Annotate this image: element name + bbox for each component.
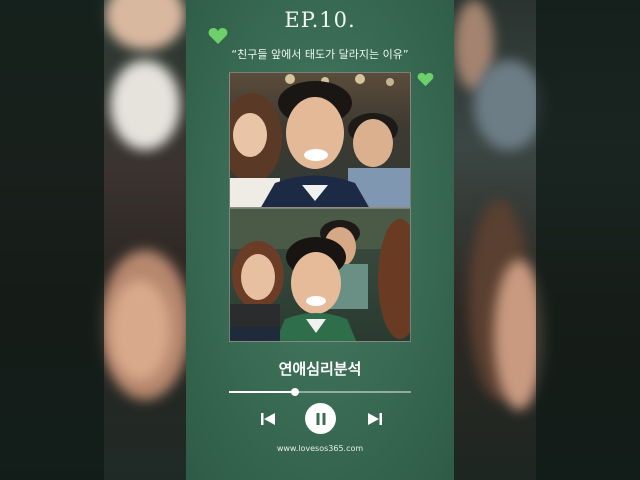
progress-handle[interactable] — [290, 388, 299, 396]
episode-subtitle: “친구들 앞에서 태도가 달라지는 이유” — [231, 48, 409, 61]
music-player-card: EP.10. “친구들 앞에서 태도가 달라지는 이유” 연애심리분석 www.… — [186, 0, 454, 480]
pause-button[interactable] — [305, 403, 336, 434]
progress-fill — [229, 391, 295, 393]
cover-photo-bottom — [229, 208, 411, 342]
skip-next-icon — [368, 413, 382, 425]
heart-icon — [208, 27, 228, 44]
skip-previous-button[interactable] — [260, 411, 276, 427]
progress-bar[interactable] — [229, 388, 411, 396]
background-left-blur — [0, 0, 186, 480]
skip-next-button[interactable] — [367, 411, 383, 427]
pause-icon — [316, 412, 325, 425]
website-url: www.lovesos365.com — [276, 444, 364, 453]
background-right-blur — [454, 0, 640, 480]
track-title: 연애심리분석 — [278, 360, 362, 378]
cover-photo-top — [229, 72, 411, 208]
heart-icon — [417, 72, 435, 88]
skip-previous-icon — [261, 413, 275, 425]
